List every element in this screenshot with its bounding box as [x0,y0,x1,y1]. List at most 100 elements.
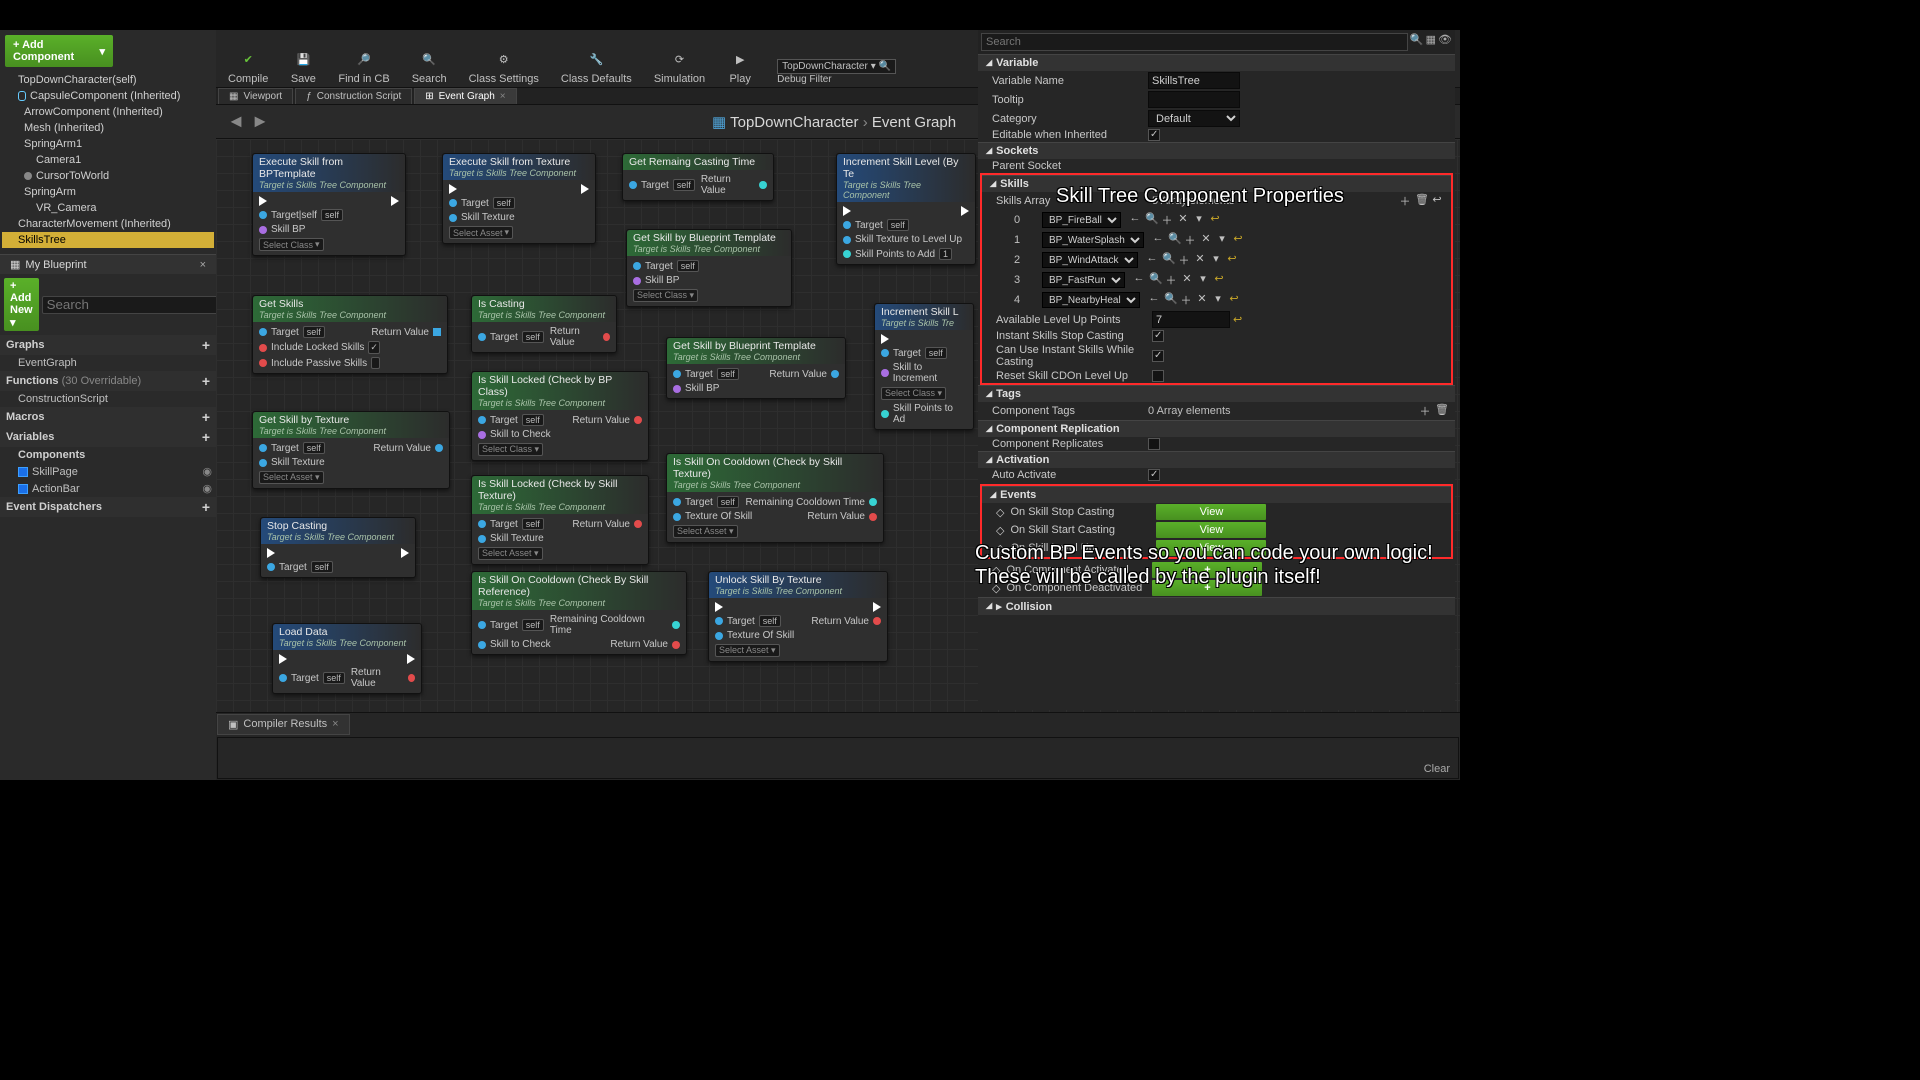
search-icon[interactable]: 🔍 [1164,292,1176,308]
nav-fwd[interactable]: ► [248,110,272,134]
tooltip-input[interactable] [1148,91,1240,108]
search-icon[interactable]: 🔍 [1149,272,1161,288]
reset-icon[interactable]: ↩ [1233,313,1242,326]
close-icon[interactable]: × [200,259,206,271]
add-var[interactable]: + [202,429,210,445]
view-button[interactable]: View [1156,540,1266,556]
tree-arrow[interactable]: ArrowComponent (Inherited) [2,104,214,120]
editable-checkbox[interactable] [1148,129,1160,141]
class-settings-button[interactable]: ⚙Class Settings [467,46,541,85]
add-icon[interactable]: ＋ [1399,193,1411,209]
search-icon[interactable]: 🔍 [1162,252,1174,268]
replicates-checkbox[interactable] [1148,438,1160,450]
node-cd-ref[interactable]: Is Skill On Cooldown (Check By Skill Ref… [471,571,687,655]
reset-icon[interactable]: ↩ [1226,252,1238,268]
tree-charmove[interactable]: CharacterMovement (Inherited) [2,216,214,232]
eye-icon[interactable]: 👁 [1438,33,1452,51]
arrow-left-icon[interactable]: ← [1133,272,1145,288]
my-blueprint-tab[interactable]: ▦ My Blueprint × [0,254,216,274]
find-button[interactable]: 🔎Find in CB [336,46,391,85]
tree-springarm1[interactable]: SpringArm1 [2,136,214,152]
eye-icon[interactable]: ◉ [202,465,212,478]
play-button[interactable]: ▶Play [725,46,755,85]
tab-eventgraph[interactable]: ⊞ Event Graph × [414,88,516,104]
search-icon[interactable]: 🔍 [1145,212,1157,228]
tree-root[interactable]: TopDownCharacter(self) [2,72,214,88]
chevron-down-icon[interactable]: ▾ [1216,232,1228,248]
skill-select[interactable]: BP_WaterSplash [1042,232,1144,248]
skill-select[interactable]: BP_FireBall [1042,212,1121,228]
trash-icon[interactable]: 🗑 [1415,193,1427,209]
skill-select[interactable]: BP_NearbyHeal [1042,292,1140,308]
add-dispatch[interactable]: + [202,499,210,515]
arrow-left-icon[interactable]: ← [1152,232,1164,248]
compiler-tab[interactable]: ▣ Compiler Results × [217,714,350,735]
tree-vrcam[interactable]: VR_Camera [2,200,214,216]
sec-collision[interactable]: ▸ Collision [978,597,1455,615]
arrow-left-icon[interactable]: ← [1129,212,1141,228]
node-unlock-tex[interactable]: Unlock Skill By TextureTarget is Skills … [708,571,888,662]
node-is-casting[interactable]: Is CastingTarget is Skills Tree Componen… [471,295,617,353]
reset-icon[interactable]: ↩ [1209,212,1221,228]
node-exec-bptemplate[interactable]: Execute Skill from BPTemplateTarget is S… [252,153,406,256]
node-get-skill-bp1[interactable]: Get Skill by Blueprint TemplateTarget is… [626,229,792,307]
remove-icon[interactable]: ✕ [1177,212,1189,228]
node-cd-tex[interactable]: Is Skill On Cooldown (Check by Skill Tex… [666,453,884,543]
cat-functions[interactable]: Functions (30 Overridable)+ [0,371,216,391]
add-func[interactable]: + [202,373,210,389]
debug-filter-select[interactable]: TopDownCharacter▾ 🔍 [777,59,896,74]
sec-sockets[interactable]: Sockets [978,142,1455,159]
add-component-button[interactable]: + Add Component▾ [5,35,113,67]
my-bp-search[interactable] [42,296,229,314]
skill-select[interactable]: BP_FastRun [1042,272,1125,288]
close-icon[interactable]: × [332,718,338,731]
sec-activation[interactable]: Activation [978,451,1455,468]
tree-springarm[interactable]: SpringArm [2,184,214,200]
category-select[interactable]: Default [1148,110,1240,127]
sec-variable[interactable]: Variable [978,54,1455,71]
variable-name-input[interactable] [1148,72,1240,89]
remove-icon[interactable]: ✕ [1200,232,1212,248]
trash-icon[interactable]: 🗑 [1435,403,1447,419]
add-macro[interactable]: + [202,409,210,425]
add-icon[interactable]: ＋ [1161,212,1173,228]
nav-back[interactable]: ◄ [224,110,248,134]
can-use-checkbox[interactable] [1152,350,1164,362]
chevron-down-icon[interactable]: ▾ [1193,212,1205,228]
reset-icon[interactable]: ↩ [1213,272,1225,288]
cat-variables[interactable]: Variables+ [0,427,216,447]
search-icon[interactable]: 🔍 [1168,232,1180,248]
reset-icon[interactable]: ↩ [1232,232,1244,248]
node-get-casttime[interactable]: Get Remaing Casting Time Target selfRetu… [622,153,774,201]
skillpage-var[interactable]: SkillPage◉ [0,463,216,480]
node-locked-tex[interactable]: Is Skill Locked (Check by Skill Texture)… [471,475,649,565]
eventgraph-item[interactable]: EventGraph [0,355,216,371]
chevron-down-icon[interactable]: ▾ [1212,292,1224,308]
arrow-left-icon[interactable]: ← [1146,252,1158,268]
chevron-down-icon[interactable]: ▾ [1197,272,1209,288]
add-event-button[interactable]: + [1152,580,1262,596]
components-var[interactable]: Components [0,447,216,463]
add-graph[interactable]: + [202,337,210,353]
clear-button[interactable]: Clear [1424,763,1450,775]
tree-capsule[interactable]: CapsuleComponent (Inherited) [2,88,214,104]
chevron-down-icon[interactable]: ▾ [1210,252,1222,268]
node-inc-level-tex[interactable]: Increment Skill Level (By TeTarget is Sk… [836,153,976,265]
add-icon[interactable]: ＋ [1180,292,1192,308]
sec-events[interactable]: Events [982,486,1451,503]
sec-tags[interactable]: Tags [978,385,1455,402]
tab-construction[interactable]: ƒ Construction Script [295,88,412,104]
view-button[interactable]: View [1156,522,1266,538]
add-icon[interactable]: ＋ [1419,403,1431,419]
reset-icon[interactable]: ↩ [1431,193,1443,209]
instant-stop-checkbox[interactable] [1152,330,1164,342]
tree-mesh[interactable]: Mesh (Inherited) [2,120,214,136]
add-icon[interactable]: ＋ [1165,272,1177,288]
auto-activate-checkbox[interactable] [1148,469,1160,481]
search-icon[interactable]: 🔍 [879,61,891,72]
remove-icon[interactable]: ✕ [1196,292,1208,308]
tab-viewport[interactable]: ▦ Viewport [218,88,293,104]
node-inc-level[interactable]: Increment Skill LTarget is Skills Tre Ta… [874,303,974,430]
class-defaults-button[interactable]: 🔧Class Defaults [559,46,634,85]
construction-item[interactable]: ConstructionScript [0,391,216,407]
